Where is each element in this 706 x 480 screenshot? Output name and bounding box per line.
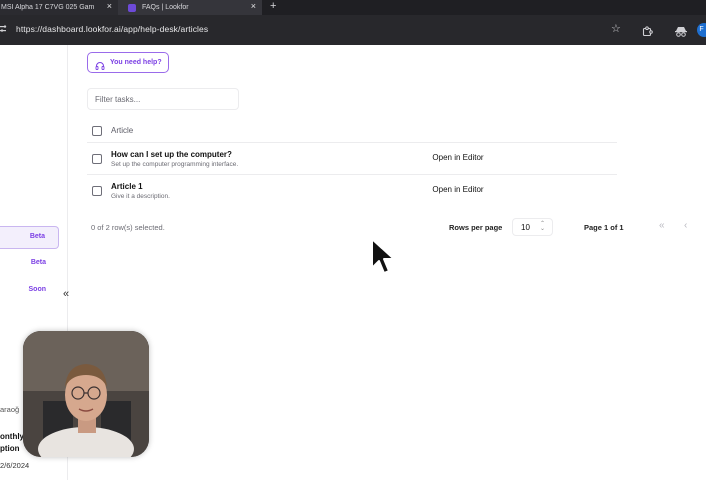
filter-tasks-input[interactable] bbox=[87, 88, 239, 110]
close-tab-icon[interactable]: × bbox=[251, 1, 256, 11]
rows-per-page-label: Rows per page bbox=[449, 223, 503, 232]
webcam-overlay bbox=[23, 331, 149, 457]
screen: MSI Alpha 17 C7VG 025 Gam × FAQs | Lookf… bbox=[0, 0, 706, 480]
first-page-icon[interactable]: « bbox=[659, 220, 665, 231]
articles-table: Article How can I set up the computer? S… bbox=[87, 118, 617, 207]
chevron-up-down-icon: ⌃ ⌄ bbox=[539, 221, 545, 232]
url-text[interactable]: https://dashboard.lookfor.ai/app/help-de… bbox=[16, 24, 208, 34]
beta-badge: Beta bbox=[29, 233, 45, 240]
rows-per-page-value: 10 bbox=[521, 223, 530, 232]
browser-tab-bar: MSI Alpha 17 C7VG 025 Gam × FAQs | Lookf… bbox=[0, 0, 706, 15]
previous-page-icon[interactable]: ‹ bbox=[684, 220, 687, 231]
table-row[interactable]: Article 1 Give it a description. Open in… bbox=[87, 175, 617, 207]
browser-address-bar: https://dashboard.lookfor.ai/app/help-de… bbox=[0, 15, 706, 45]
beta-badge: Beta bbox=[30, 259, 46, 266]
close-tab-icon[interactable]: × bbox=[107, 1, 112, 11]
help-button-label: You need help? bbox=[110, 59, 162, 66]
select-all-checkbox[interactable] bbox=[92, 126, 102, 136]
user-name: araoğ bbox=[0, 405, 20, 414]
headset-icon bbox=[95, 58, 105, 70]
plan-date: 2/6/2024 bbox=[0, 461, 30, 470]
plan-name-line1: onthly bbox=[0, 432, 24, 441]
article-description: Give it a description. bbox=[111, 193, 170, 200]
tab-title: MSI Alpha 17 C7VG 025 Gam bbox=[1, 4, 95, 11]
lookfor-favicon-icon bbox=[128, 3, 136, 12]
collapse-sidebar-icon[interactable]: « bbox=[63, 288, 69, 300]
help-button[interactable]: You need help? bbox=[87, 52, 169, 73]
article-title: Article 1 bbox=[111, 182, 143, 191]
extensions-puzzle-icon[interactable] bbox=[642, 24, 653, 37]
page-info: Page 1 of 1 bbox=[584, 223, 624, 232]
article-description: Set up the computer programming interfac… bbox=[111, 161, 239, 168]
bookmark-star-icon[interactable]: ☆ bbox=[611, 22, 621, 35]
selection-status: 0 of 2 row(s) selected. bbox=[91, 223, 165, 232]
mouse-cursor-icon bbox=[370, 238, 396, 278]
sidebar-item-beta-active[interactable]: Beta bbox=[0, 226, 59, 249]
tab-title: FAQs | Lookfor bbox=[142, 4, 189, 11]
browser-tab-faqs[interactable]: FAQs | Lookfor × bbox=[118, 0, 262, 15]
table-header-row: Article bbox=[87, 118, 617, 143]
incognito-icon[interactable] bbox=[675, 24, 687, 37]
site-settings-icon[interactable] bbox=[0, 25, 8, 33]
new-tab-button[interactable]: + bbox=[270, 0, 276, 13]
plan-name-line2: ption bbox=[0, 444, 20, 453]
row-checkbox[interactable] bbox=[92, 186, 102, 196]
sidebar-item-soon[interactable]: Soon bbox=[0, 282, 59, 302]
browser-tab-msi[interactable]: MSI Alpha 17 C7VG 025 Gam × bbox=[0, 0, 118, 15]
table-row[interactable]: How can I set up the computer? Set up th… bbox=[87, 143, 617, 175]
soon-badge: Soon bbox=[28, 286, 47, 293]
column-header-article[interactable]: Article bbox=[111, 126, 133, 135]
row-checkbox[interactable] bbox=[92, 154, 102, 164]
profile-avatar[interactable]: F bbox=[697, 23, 706, 37]
article-title: How can I set up the computer? bbox=[111, 150, 232, 159]
open-in-editor-button[interactable]: Open in Editor bbox=[423, 149, 493, 167]
rows-per-page-select[interactable]: 10 ⌃ ⌄ bbox=[512, 218, 553, 236]
sidebar-item-beta[interactable]: Beta bbox=[0, 255, 59, 275]
open-in-editor-button[interactable]: Open in Editor bbox=[423, 181, 493, 199]
